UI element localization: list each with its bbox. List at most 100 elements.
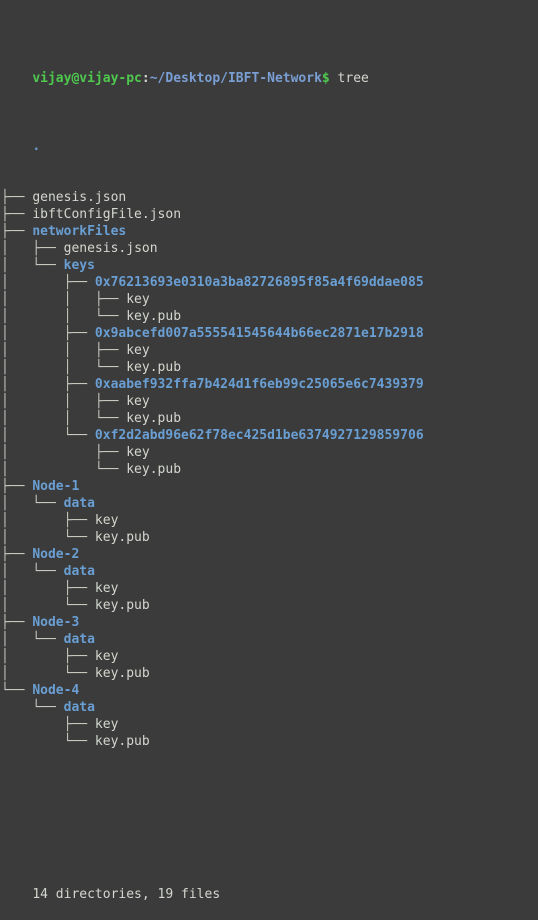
tree-row: ├── ibftConfigFile.json bbox=[1, 206, 538, 223]
tree-row: ├── genesis.json bbox=[1, 189, 538, 206]
prompt-path: ~/Desktop/IBFT-Network bbox=[149, 71, 322, 86]
tree-row: ├── networkFiles bbox=[1, 223, 538, 240]
tree-summary-line: 14 directories, 19 files bbox=[1, 869, 538, 902]
tree-file-name: genesis.json bbox=[63, 241, 158, 256]
tree-branch-connector: ├── bbox=[1, 479, 33, 494]
tree-row: │ └── key.pub bbox=[1, 529, 538, 546]
tree-file-name: ibftConfigFile.json bbox=[32, 207, 182, 222]
tree-directory-name: 0xf2d2abd96e62f78ec425d1be63749271298597… bbox=[94, 428, 424, 443]
tree-row: ├── key bbox=[1, 716, 538, 733]
tree-directory-name: 0x9abcefd007a555541545644b66ec2871e17b29… bbox=[94, 326, 424, 341]
tree-row: └── key.pub bbox=[1, 733, 538, 750]
prompt-sigil: $ bbox=[321, 71, 330, 86]
tree-branch-connector: │ ├── bbox=[1, 241, 64, 256]
tree-file-name: key bbox=[126, 292, 150, 307]
tree-branch-connector: │ │ └── bbox=[1, 309, 127, 324]
tree-row: │ └── key.pub bbox=[1, 597, 538, 614]
tree-directory-name: Node-1 bbox=[32, 479, 80, 494]
tree-row: │ │ ├── key bbox=[1, 393, 538, 410]
tree-file-name: key.pub bbox=[126, 360, 182, 375]
tree-branch-connector: │ └── bbox=[1, 496, 64, 511]
tree-branch-connector: │ ├── bbox=[1, 513, 95, 528]
prompt-separator: : bbox=[141, 71, 150, 86]
tree-file-name: key bbox=[126, 445, 150, 460]
tree-row: │ ├── 0xaabef932ffa7b424d1f6eb99c25065e6… bbox=[1, 376, 538, 393]
tree-directory-name: Node-2 bbox=[32, 547, 80, 562]
prompt-user-host: vijay@vijay-pc bbox=[32, 71, 142, 86]
tree-branch-connector: │ └── bbox=[1, 530, 95, 545]
tree-branch-connector: │ └── bbox=[1, 258, 64, 273]
tree-branch-connector: │ ├── bbox=[1, 326, 95, 341]
tree-row: │ ├── key bbox=[1, 444, 538, 461]
tree-branch-connector: │ ├── bbox=[1, 275, 95, 290]
tree-branch-connector: └── bbox=[1, 700, 64, 715]
tree-row: │ └── key.pub bbox=[1, 665, 538, 682]
tree-row: ├── Node-3 bbox=[1, 614, 538, 631]
tree-directory-name: data bbox=[63, 496, 95, 511]
tree-row: ├── Node-1 bbox=[1, 478, 538, 495]
tree-branch-connector: │ │ ├── bbox=[1, 292, 127, 307]
tree-row: │ └── keys bbox=[1, 257, 538, 274]
tree-file-name: genesis.json bbox=[32, 190, 127, 205]
tree-row: │ │ └── key.pub bbox=[1, 359, 538, 376]
tree-branch-connector: │ │ └── bbox=[1, 411, 127, 426]
tree-row: │ └── data bbox=[1, 563, 538, 580]
tree-row: └── data bbox=[1, 699, 538, 716]
tree-directory-name: keys bbox=[63, 258, 95, 273]
tree-file-name: key.pub bbox=[126, 309, 182, 324]
tree-file-name: key.pub bbox=[94, 734, 150, 749]
tree-branch-connector: │ ├── bbox=[1, 581, 95, 596]
tree-row: │ │ └── key.pub bbox=[1, 308, 538, 325]
tree-directory-name: data bbox=[63, 632, 95, 647]
shell-prompt-line: vijay@vijay-pc:~/Desktop/IBFT-Network$ t… bbox=[1, 53, 538, 86]
tree-row: │ ├── 0x9abcefd007a555541545644b66ec2871… bbox=[1, 325, 538, 342]
tree-directory-name: networkFiles bbox=[32, 224, 127, 239]
tree-row: │ ├── key bbox=[1, 512, 538, 529]
tree-file-name: key bbox=[94, 581, 119, 596]
tree-row: │ └── data bbox=[1, 631, 538, 648]
tree-branch-connector: │ └── bbox=[1, 598, 95, 613]
tree-file-name: key bbox=[126, 394, 150, 409]
tree-branch-connector: │ └── bbox=[1, 462, 127, 477]
tree-branch-connector: ├── bbox=[1, 717, 95, 732]
tree-branch-connector: │ └── bbox=[1, 666, 95, 681]
tree-branch-connector: │ ├── bbox=[1, 377, 95, 392]
tree-branch-connector: │ ├── bbox=[1, 649, 95, 664]
tree-row: │ ├── key bbox=[1, 580, 538, 597]
tree-branch-connector: │ │ ├── bbox=[1, 343, 127, 358]
tree-row: │ │ └── key.pub bbox=[1, 410, 538, 427]
tree-file-name: key.pub bbox=[94, 598, 150, 613]
tree-root-line: . bbox=[1, 121, 538, 154]
tree-row: │ └── data bbox=[1, 495, 538, 512]
tree-row: └── Node-4 bbox=[1, 682, 538, 699]
tree-branch-connector: ├── bbox=[1, 190, 33, 205]
tree-branch-connector: │ │ └── bbox=[1, 360, 127, 375]
tree-file-name: key bbox=[126, 343, 150, 358]
tree-directory-name: Node-3 bbox=[32, 615, 80, 630]
tree-row: │ ├── genesis.json bbox=[1, 240, 538, 257]
tree-directory-name: data bbox=[63, 564, 95, 579]
tree-row: │ │ ├── key bbox=[1, 291, 538, 308]
tree-branch-connector: ├── bbox=[1, 224, 33, 239]
tree-directory-name: 0xaabef932ffa7b424d1f6eb99c25065e6c74393… bbox=[94, 377, 424, 392]
tree-file-name: key.pub bbox=[126, 462, 182, 477]
tree-branch-connector: ├── bbox=[1, 615, 33, 630]
command-text: tree bbox=[329, 71, 369, 86]
tree-row: │ └── key.pub bbox=[1, 461, 538, 478]
tree-row: │ │ ├── key bbox=[1, 342, 538, 359]
tree-branch-connector: ├── bbox=[1, 207, 33, 222]
tree-summary: 14 directories, 19 files bbox=[32, 887, 221, 902]
tree-branch-connector: │ └── bbox=[1, 428, 95, 443]
tree-file-name: key bbox=[94, 717, 119, 732]
terminal-output: vijay@vijay-pc:~/Desktop/IBFT-Network$ t… bbox=[0, 0, 538, 920]
tree-file-name: key bbox=[94, 649, 119, 664]
tree-file-name: key.pub bbox=[94, 666, 150, 681]
tree-file-name: key.pub bbox=[94, 530, 150, 545]
tree-branch-connector: │ └── bbox=[1, 632, 64, 647]
tree-row: │ ├── key bbox=[1, 648, 538, 665]
tree-file-name: key.pub bbox=[126, 411, 182, 426]
tree-file-name: key bbox=[94, 513, 119, 528]
tree-branch-connector: │ │ ├── bbox=[1, 394, 127, 409]
tree-directory-name: 0x76213693e0310a3ba82726895f85a4f69ddae0… bbox=[94, 275, 424, 290]
